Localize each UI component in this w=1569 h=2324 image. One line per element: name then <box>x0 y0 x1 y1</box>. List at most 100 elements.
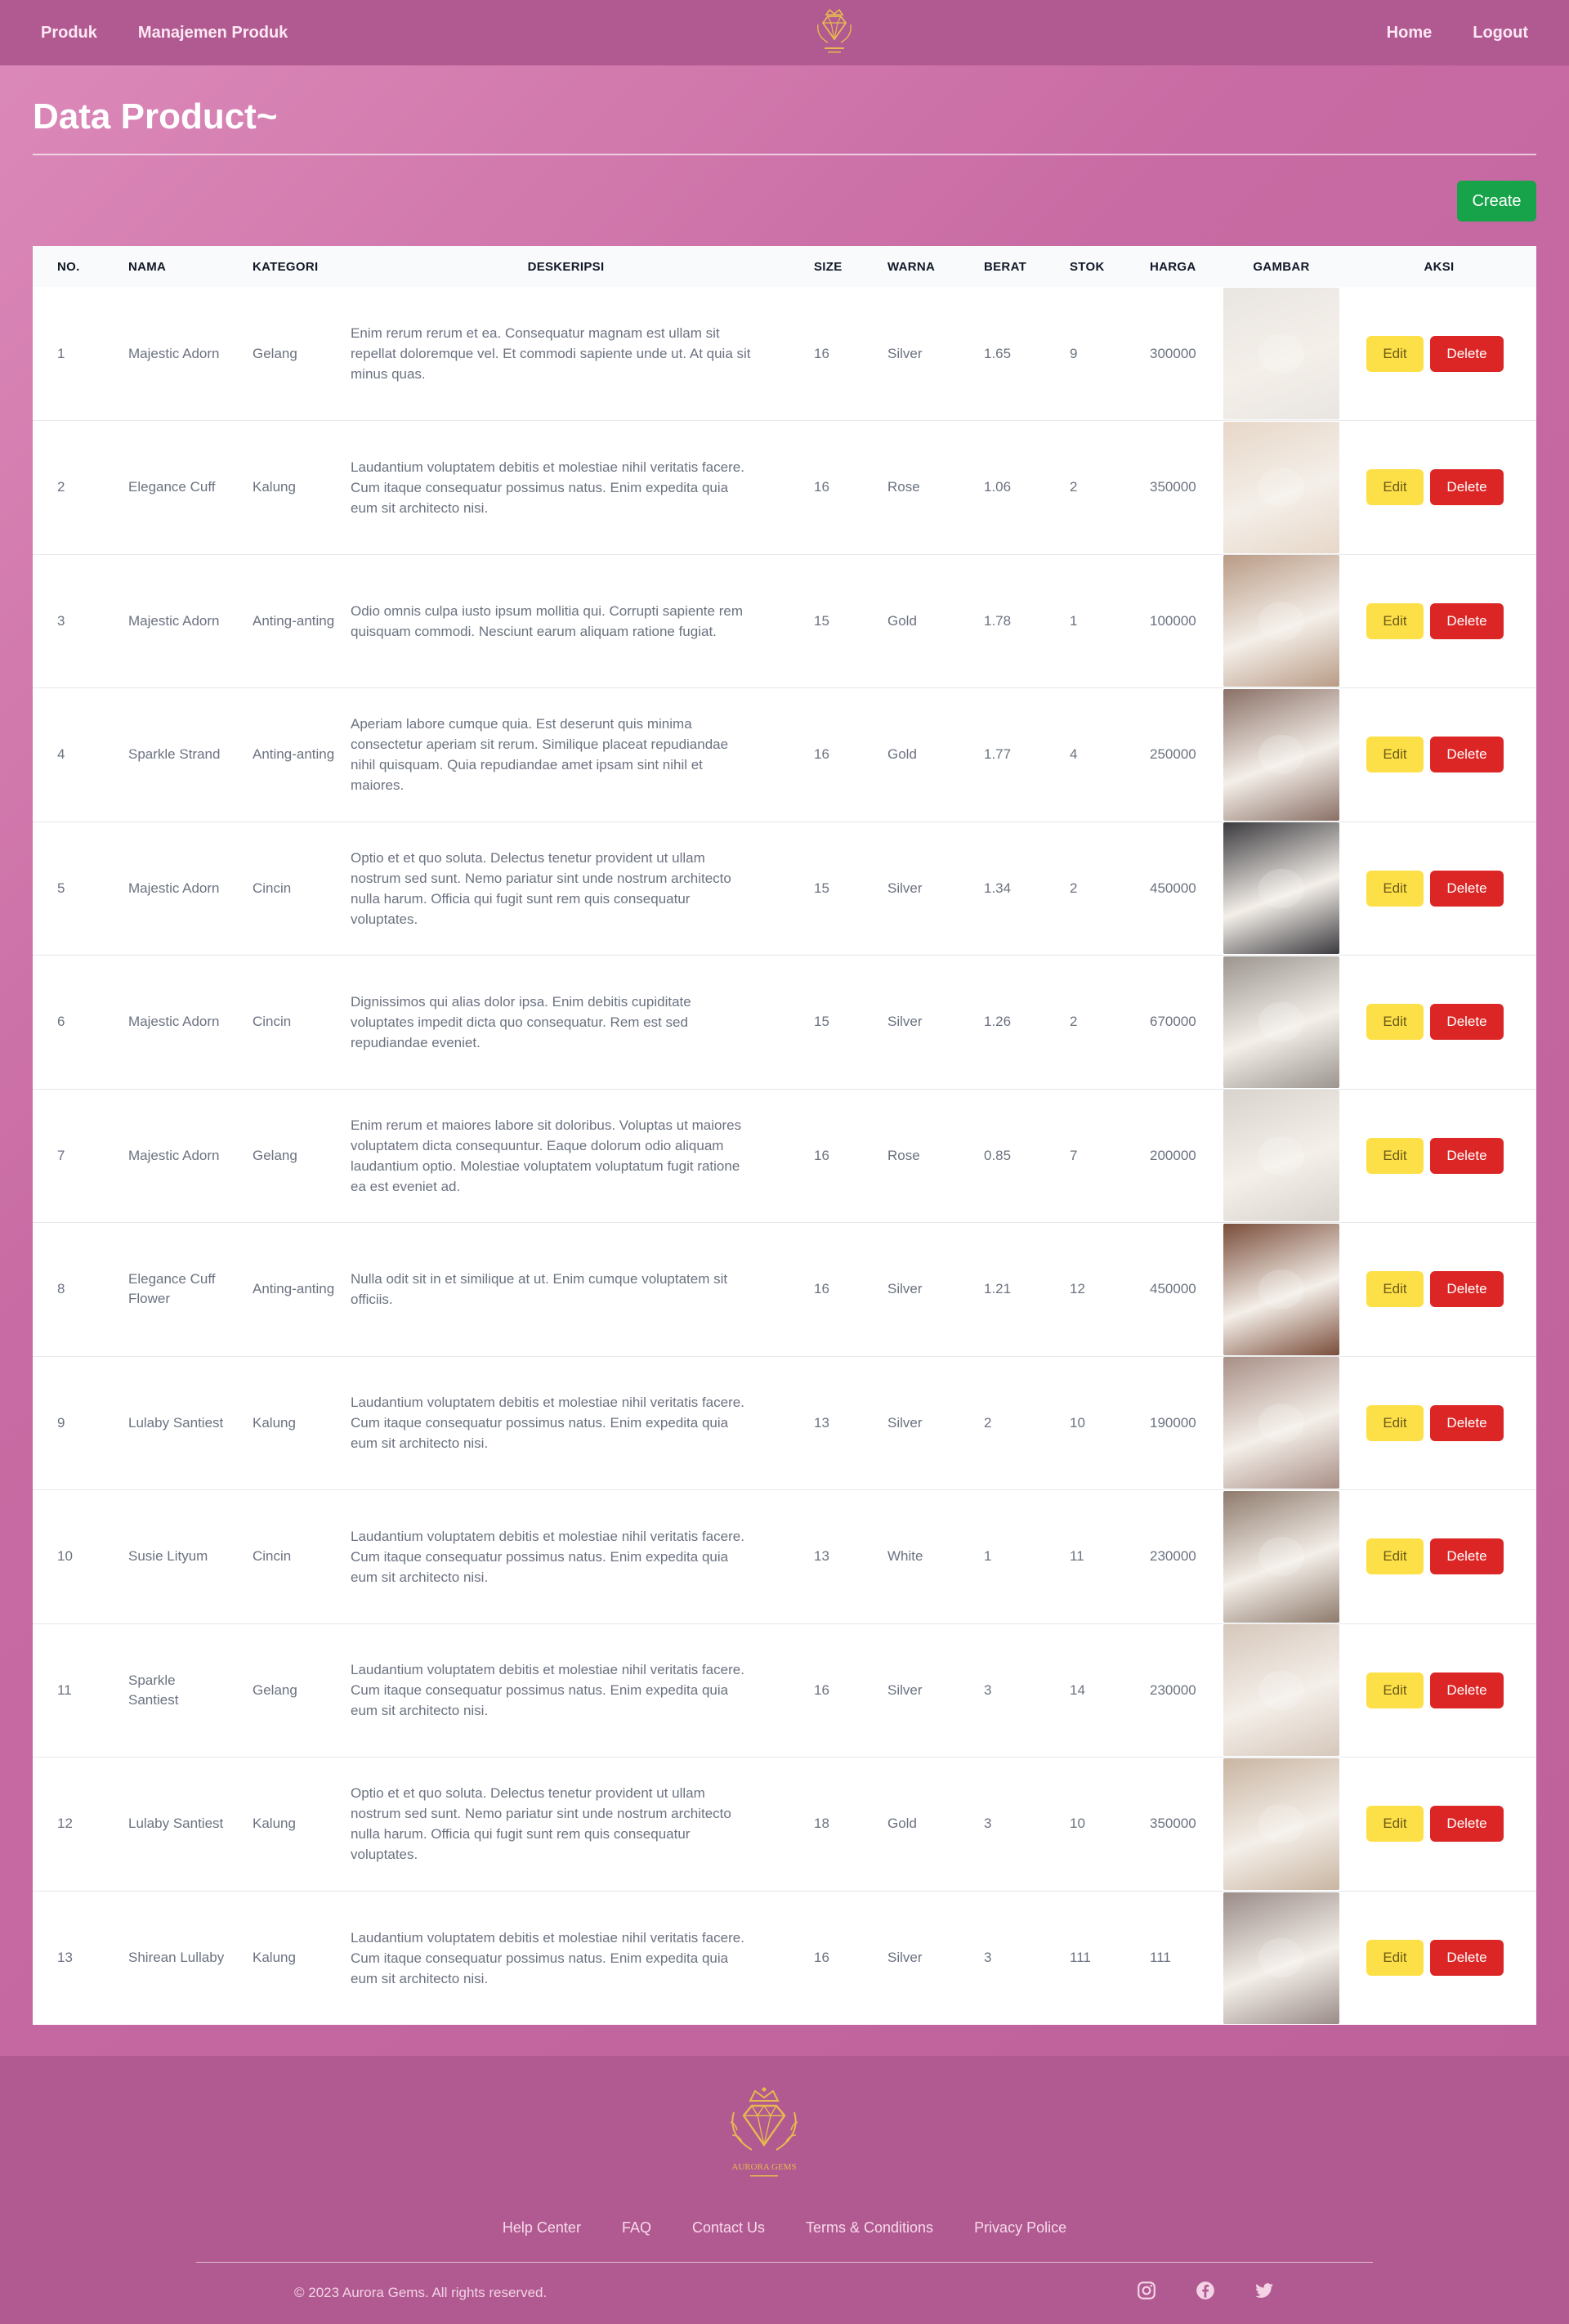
cell-aksi: Edit Delete <box>1342 688 1536 822</box>
delete-button[interactable]: Delete <box>1430 1940 1504 1976</box>
instagram-icon[interactable] <box>1136 2280 1157 2301</box>
cell-aksi: Edit Delete <box>1342 1891 1536 2025</box>
cell-deskripsi: Laudantium voluptatem debitis et molesti… <box>351 1929 744 1986</box>
delete-button[interactable]: Delete <box>1430 1137 1504 1174</box>
table-row: 4 Sparkle Strand Anting-anting Aperiam labo… <box>33 688 1536 822</box>
nav-link-home[interactable]: Home <box>1387 24 1433 43</box>
delete-button[interactable]: Delete <box>1430 737 1504 773</box>
delete-button[interactable]: Delete <box>1430 1271 1504 1308</box>
page-title: Data Product~ <box>33 96 278 137</box>
nav-link-logout[interactable]: Logout <box>1473 24 1528 43</box>
cell-deskripsi: Aperiam labore cumque quia. Est deserunt… <box>351 716 729 794</box>
footer-link-privacy[interactable]: Privacy Police <box>974 2219 1066 2237</box>
edit-button[interactable]: Edit <box>1366 737 1424 773</box>
cell-kategori: Cincin <box>253 1548 292 1565</box>
product-image <box>1223 1090 1339 1222</box>
cell-nama: Majestic Adorn <box>128 345 220 361</box>
delete-button[interactable]: Delete <box>1430 1404 1504 1441</box>
cell-aksi: Edit Delete <box>1342 1758 1536 1892</box>
cell-aksi: Edit Delete <box>1342 1089 1536 1223</box>
cell-aksi: Edit Delete <box>1342 1623 1536 1758</box>
header-nama: Nama <box>128 259 167 274</box>
edit-button[interactable]: Edit <box>1366 1672 1424 1708</box>
product-table-container: No. Nama Kategori Deskeripsi Size Warna … <box>33 246 1536 2025</box>
twitter-icon[interactable] <box>1254 2280 1275 2301</box>
table-row: 7 Majestic Adorn Gelang Enim rerum et maior… <box>33 1089 1536 1223</box>
cell-kategori: Anting-anting <box>253 746 335 763</box>
edit-button[interactable]: Edit <box>1366 469 1424 506</box>
create-button[interactable]: Create <box>1457 181 1536 222</box>
aurora-gems-footer-logo-icon: AURORA GEMS <box>730 2087 798 2177</box>
product-image <box>1223 555 1339 687</box>
cell-gambar <box>1221 1089 1342 1223</box>
aurora-gems-logo-icon[interactable] <box>813 7 856 57</box>
delete-button[interactable]: Delete <box>1430 1672 1504 1708</box>
cell-harga: 230000 <box>1150 1681 1196 1698</box>
cell-stok: 2 <box>1070 1014 1078 1030</box>
delete-button[interactable]: Delete <box>1430 1538 1504 1575</box>
delete-button[interactable]: Delete <box>1430 602 1504 639</box>
cell-stok: 2 <box>1070 479 1078 495</box>
cell-deskripsi: Optio et et quo soluta. Delectus tenetur… <box>351 849 731 927</box>
product-image <box>1223 288 1339 419</box>
cell-size: 18 <box>814 1816 829 1832</box>
cell-size: 16 <box>814 479 829 495</box>
edit-button[interactable]: Edit <box>1366 870 1424 907</box>
cell-nama: Lulaby Santiest <box>128 1816 224 1832</box>
table-row: 1 Majestic Adorn Gelang Enim rerum rerum et… <box>33 287 1536 421</box>
edit-button[interactable]: Edit <box>1366 1806 1424 1843</box>
cell-deskripsi: Laudantium voluptatem debitis et molesti… <box>351 459 744 516</box>
footer-link-faq[interactable]: FAQ <box>622 2219 651 2237</box>
edit-button[interactable]: Edit <box>1366 1271 1424 1308</box>
cell-nama: Sparkle Strand <box>128 746 221 763</box>
cell-kategori: Gelang <box>253 1681 297 1698</box>
cell-gambar <box>1221 688 1342 822</box>
cell-no: 7 <box>57 1147 65 1163</box>
footer-link-help-center[interactable]: Help Center <box>503 2219 581 2237</box>
edit-button[interactable]: Edit <box>1366 1538 1424 1575</box>
cell-warna: Silver <box>887 1014 923 1030</box>
cell-berat: 3 <box>984 1816 992 1832</box>
delete-button[interactable]: Delete <box>1430 1806 1504 1843</box>
product-image <box>1223 1357 1339 1489</box>
cell-berat: 3 <box>984 1681 992 1698</box>
header-berat: Berat <box>984 259 1027 274</box>
cell-gambar <box>1221 287 1342 421</box>
facebook-icon[interactable] <box>1195 2280 1216 2301</box>
table-row: 6 Majestic Adorn Cincin Dignissimos qui ali… <box>33 956 1536 1089</box>
nav-link-produk[interactable]: Produk <box>41 24 97 43</box>
nav-link-manajemen-produk[interactable]: Manajemen Produk <box>138 24 288 43</box>
footer-link-contact-us[interactable]: Contact Us <box>692 2219 765 2237</box>
delete-button[interactable]: Delete <box>1430 469 1504 506</box>
delete-button[interactable]: Delete <box>1430 335 1504 372</box>
edit-button[interactable]: Edit <box>1366 1404 1424 1441</box>
edit-button[interactable]: Edit <box>1366 1004 1424 1041</box>
cell-size: 15 <box>814 880 829 896</box>
cell-berat: 1.34 <box>984 880 1012 896</box>
header-aksi: Aksi <box>1424 259 1455 274</box>
cell-gambar <box>1221 554 1342 688</box>
footer-link-terms[interactable]: Terms & Conditions <box>806 2219 933 2237</box>
cell-size: 16 <box>814 1281 829 1297</box>
cell-nama: Sparkle Santiest <box>128 1672 179 1708</box>
footer-divider <box>196 2262 1373 2263</box>
cell-aksi: Edit Delete <box>1342 822 1536 956</box>
delete-button[interactable]: Delete <box>1430 870 1504 907</box>
cell-size: 15 <box>814 612 829 629</box>
navbar-right-links: Home Logout <box>1387 0 1528 65</box>
cell-aksi: Edit Delete <box>1342 554 1536 688</box>
navbar-left-links: Produk Manajemen Produk <box>41 0 288 65</box>
cell-warna: Gold <box>887 1816 917 1832</box>
cell-kategori: Anting-anting <box>253 1281 335 1297</box>
cell-no: 11 <box>57 1681 72 1698</box>
edit-button[interactable]: Edit <box>1366 602 1424 639</box>
cell-aksi: Edit Delete <box>1342 421 1536 555</box>
edit-button[interactable]: Edit <box>1366 1137 1424 1174</box>
delete-button[interactable]: Delete <box>1430 1004 1504 1041</box>
cell-kategori: Kalung <box>253 479 296 495</box>
header-kategori: Kategori <box>253 259 319 274</box>
product-table: No. Nama Kategori Deskeripsi Size Warna … <box>33 246 1536 2025</box>
header-warna: Warna <box>887 259 936 274</box>
edit-button[interactable]: Edit <box>1366 335 1424 372</box>
edit-button[interactable]: Edit <box>1366 1940 1424 1976</box>
